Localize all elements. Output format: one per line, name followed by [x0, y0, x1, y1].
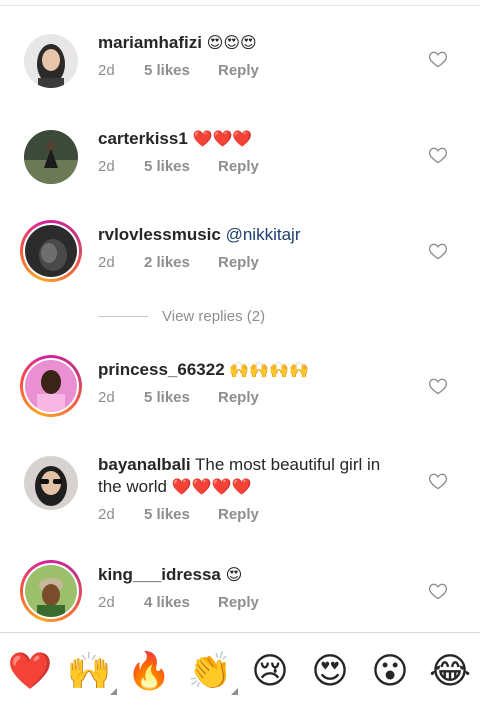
- comment-time: 2d: [98, 254, 115, 271]
- comment-emoji: 😍: [225, 565, 243, 584]
- variant-indicator-icon: [231, 688, 238, 695]
- reply-button[interactable]: Reply: [218, 594, 259, 611]
- comment-body: The most beautiful girl in: [195, 455, 381, 474]
- comment-mention-link[interactable]: @nikkitajr: [226, 225, 301, 244]
- comment-meta: 2d 5 likes Reply: [98, 506, 259, 523]
- view-replies-button[interactable]: View replies (2): [98, 308, 265, 325]
- clapping-hands-emoji-icon: 👏: [187, 651, 233, 692]
- comment-likes[interactable]: 5 likes: [144, 158, 218, 175]
- avatar-story-ring[interactable]: [20, 355, 82, 417]
- comment-username[interactable]: king___idressa: [98, 565, 221, 584]
- reply-button[interactable]: Reply: [218, 158, 259, 175]
- emoji-heart-eyes-button[interactable]: 😍: [308, 649, 352, 693]
- comment-meta: 2d 4 likes Reply: [98, 594, 259, 611]
- comment-likes[interactable]: 5 likes: [144, 62, 218, 79]
- raised-hands-emoji-icon: 🙌: [66, 651, 112, 692]
- comment-emoji: 😍😍😍: [206, 33, 257, 52]
- reply-button[interactable]: Reply: [218, 389, 259, 406]
- avatar[interactable]: [24, 456, 78, 510]
- tears-of-joy-emoji-icon: 😂: [428, 650, 472, 692]
- like-heart-icon[interactable]: [428, 471, 448, 491]
- reply-button[interactable]: Reply: [218, 506, 259, 523]
- comment-likes[interactable]: 5 likes: [144, 506, 218, 523]
- like-heart-icon[interactable]: [428, 376, 448, 396]
- variant-indicator-icon: [110, 688, 117, 695]
- comment-text: princess_66322 🙌🙌🙌🙌: [98, 359, 398, 381]
- comment-username[interactable]: carterkiss1: [98, 129, 188, 148]
- reply-button[interactable]: Reply: [218, 254, 259, 271]
- avatar[interactable]: [24, 34, 78, 88]
- comment-text: bayanalbali The most beautiful girl in t…: [98, 454, 398, 498]
- top-divider: [0, 0, 480, 6]
- like-heart-icon[interactable]: [428, 145, 448, 165]
- emoji-crying-button[interactable]: 😢: [248, 649, 292, 693]
- comment-likes[interactable]: 4 likes: [144, 594, 218, 611]
- avatar: [25, 225, 77, 277]
- comment-meta: 2d 2 likes Reply: [98, 254, 259, 271]
- heart-eyes-emoji-icon: 😍: [311, 650, 349, 692]
- avatar: [25, 565, 77, 617]
- comment-username[interactable]: princess_66322: [98, 360, 225, 379]
- fire-emoji-icon: 🔥: [126, 651, 172, 692]
- comment-meta: 2d 5 likes Reply: [98, 62, 259, 79]
- comment-emoji: 🙌🙌🙌🙌: [229, 360, 310, 379]
- avatar-story-ring[interactable]: [20, 560, 82, 622]
- reply-button[interactable]: Reply: [218, 62, 259, 79]
- comment-text: rvlovlessmusic @nikkitajr: [98, 224, 398, 246]
- comment-username[interactable]: rvlovlessmusic: [98, 225, 221, 244]
- emoji-surprised-button[interactable]: 😮: [368, 649, 412, 693]
- like-heart-icon[interactable]: [428, 241, 448, 261]
- comment-body-line2: the world: [98, 477, 167, 496]
- avatar[interactable]: [24, 130, 78, 184]
- comment-likes[interactable]: 5 likes: [144, 389, 218, 406]
- comment-text: king___idressa 😍: [98, 564, 398, 586]
- comment-emoji: ❤️❤️❤️❤️: [171, 477, 252, 496]
- crying-face-emoji-icon: 😢: [251, 650, 289, 692]
- emoji-heart-button[interactable]: ❤️: [7, 649, 53, 693]
- emoji-raised-hands-button[interactable]: 🙌: [66, 649, 117, 695]
- comment-time: 2d: [98, 506, 115, 523]
- comment-meta: 2d 5 likes Reply: [98, 389, 259, 406]
- avatar-story-ring[interactable]: [20, 220, 82, 282]
- avatar: [25, 360, 77, 412]
- emoji-quick-bar: ❤️ 🙌 🔥 👏 😢 😍 😮 😂: [0, 632, 480, 708]
- surprised-face-emoji-icon: 😮: [371, 650, 409, 692]
- emoji-joy-button[interactable]: 😂: [428, 649, 472, 693]
- comment-time: 2d: [98, 62, 115, 79]
- emoji-fire-button[interactable]: 🔥: [126, 649, 172, 693]
- red-heart-emoji-icon: ❤️: [7, 651, 53, 692]
- comment-emoji: ❤️❤️❤️: [192, 129, 253, 148]
- view-replies-label: View replies (2): [162, 308, 266, 325]
- comment-meta: 2d 5 likes Reply: [98, 158, 259, 175]
- comment-time: 2d: [98, 158, 115, 175]
- comment-time: 2d: [98, 389, 115, 406]
- comment-text: carterkiss1 ❤️❤️❤️: [98, 128, 398, 150]
- emoji-clapping-button[interactable]: 👏: [187, 649, 238, 695]
- comment-username[interactable]: bayanalbali: [98, 455, 191, 474]
- like-heart-icon[interactable]: [428, 581, 448, 601]
- comment-username[interactable]: mariamhafizi: [98, 33, 202, 52]
- view-replies-divider: [98, 316, 148, 317]
- comment-likes[interactable]: 2 likes: [144, 254, 218, 271]
- like-heart-icon[interactable]: [428, 49, 448, 69]
- comment-text: mariamhafizi 😍😍😍: [98, 32, 398, 54]
- comment-time: 2d: [98, 594, 115, 611]
